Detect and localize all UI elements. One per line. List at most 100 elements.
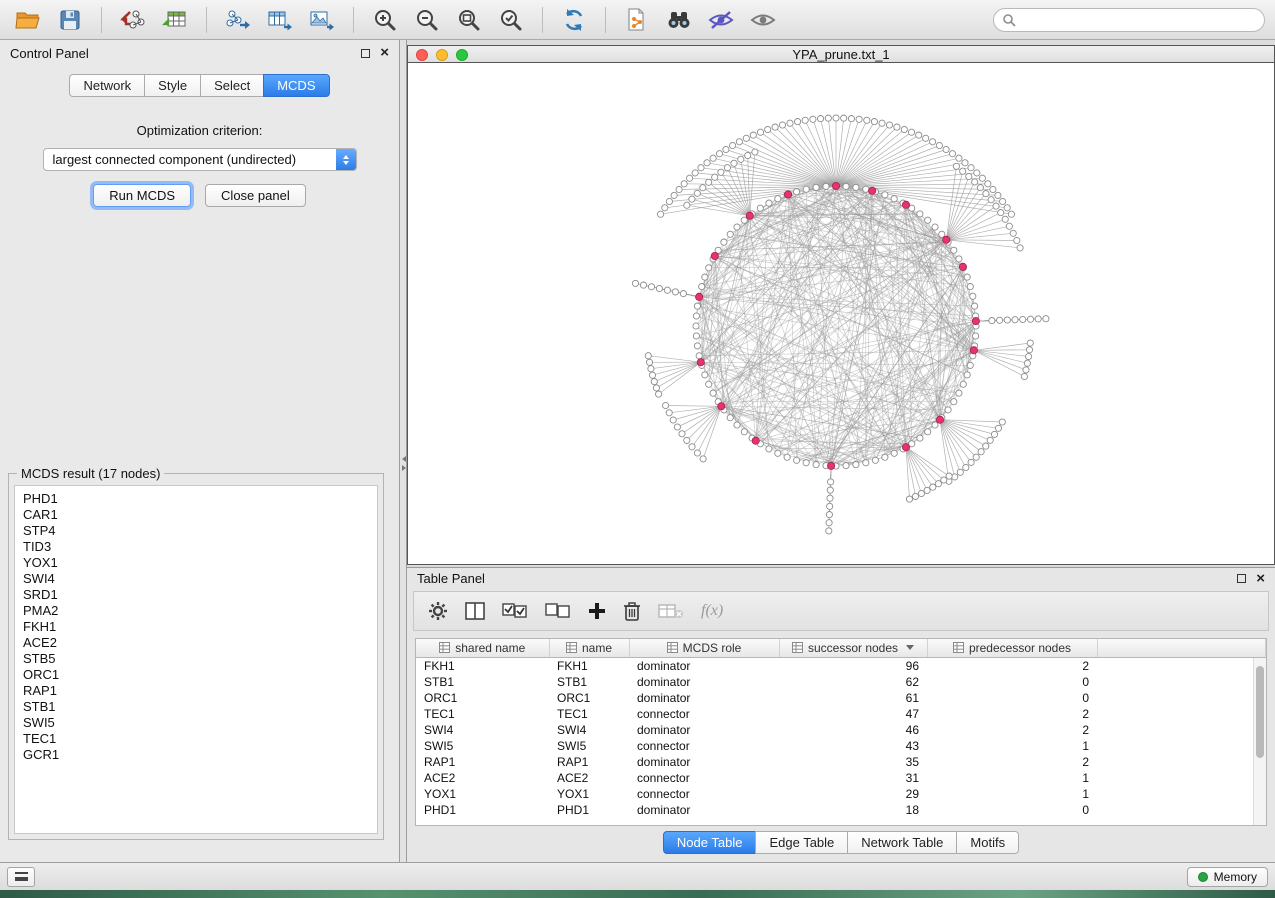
column-header-shared-name[interactable]: shared name	[416, 639, 549, 657]
table-cell[interactable]: SWI4	[416, 722, 549, 738]
table-cell[interactable]: dominator	[629, 722, 779, 738]
table-cell[interactable]: connector	[629, 786, 779, 802]
zoom-out-icon[interactable]	[409, 4, 445, 36]
table-cell[interactable]: ACE2	[416, 770, 549, 786]
optimization-criterion-dropdown[interactable]: largest connected component (undirected)	[43, 148, 357, 171]
table-row[interactable]: TEC1TEC1connector472	[416, 706, 1266, 722]
table-cell[interactable]: STB1	[416, 674, 549, 690]
table-cell[interactable]: connector	[629, 706, 779, 722]
table-cell[interactable]: 47	[779, 706, 927, 722]
table-cell[interactable]: YOX1	[549, 786, 629, 802]
import-network-icon[interactable]	[115, 4, 151, 36]
select-all-icon[interactable]	[502, 603, 528, 619]
table-row[interactable]: SWI5SWI5connector431	[416, 738, 1266, 754]
window-maximize-icon[interactable]	[456, 49, 468, 61]
table-cell[interactable]: dominator	[629, 754, 779, 770]
table-cell[interactable]: SWI5	[549, 738, 629, 754]
table-cell[interactable]: 2	[927, 657, 1097, 674]
hide-selected-icon[interactable]	[703, 4, 739, 36]
table-cell[interactable]: ORC1	[416, 690, 549, 706]
sort-chevron-icon[interactable]	[906, 645, 914, 650]
float-panel-icon[interactable]	[361, 49, 370, 58]
list-item[interactable]: TEC1	[23, 731, 369, 747]
list-item[interactable]: YOX1	[23, 555, 369, 571]
table-row[interactable]: SWI4SWI4dominator462	[416, 722, 1266, 738]
run-mcds-button[interactable]: Run MCDS	[93, 184, 191, 207]
table-cell[interactable]: dominator	[629, 690, 779, 706]
panel-splitter[interactable]	[400, 40, 407, 862]
table-cell[interactable]: TEC1	[549, 706, 629, 722]
window-minimize-icon[interactable]	[436, 49, 448, 61]
list-item[interactable]: PMA2	[23, 603, 369, 619]
list-item[interactable]: ACE2	[23, 635, 369, 651]
float-table-panel-icon[interactable]	[1237, 574, 1246, 583]
zoom-in-icon[interactable]	[367, 4, 403, 36]
table-cell[interactable]: ORC1	[549, 690, 629, 706]
table-row[interactable]: ORC1ORC1dominator610	[416, 690, 1266, 706]
tab-network-table[interactable]: Network Table	[847, 831, 957, 854]
settings-gear-icon[interactable]	[428, 601, 448, 621]
table-cell[interactable]: FKH1	[416, 657, 549, 674]
splitter-handle-icon[interactable]	[400, 452, 407, 474]
table-row[interactable]: YOX1YOX1connector291	[416, 786, 1266, 802]
table-row[interactable]: FKH1FKH1dominator962	[416, 657, 1266, 674]
table-row[interactable]: PHD1PHD1dominator180	[416, 802, 1266, 818]
table-cell[interactable]: 0	[927, 674, 1097, 690]
close-table-panel-icon[interactable]: ×	[1256, 574, 1265, 584]
table-cell[interactable]: 1	[927, 738, 1097, 754]
table-cell[interactable]: connector	[629, 770, 779, 786]
delete-row-icon[interactable]	[623, 601, 641, 621]
share-document-icon[interactable]	[619, 4, 655, 36]
deselect-all-icon[interactable]	[545, 603, 571, 619]
show-all-icon[interactable]	[745, 4, 781, 36]
tab-edge-table[interactable]: Edge Table	[755, 831, 848, 854]
table-cell[interactable]: 0	[927, 690, 1097, 706]
search-input[interactable]	[1021, 12, 1256, 27]
list-item[interactable]: TID3	[23, 539, 369, 555]
table-cell[interactable]: ACE2	[549, 770, 629, 786]
network-canvas[interactable]	[408, 64, 1274, 564]
open-folder-icon[interactable]	[10, 4, 46, 36]
list-item[interactable]: FKH1	[23, 619, 369, 635]
export-table-icon[interactable]	[262, 4, 298, 36]
table-cell[interactable]: 62	[779, 674, 927, 690]
table-cell[interactable]: 1	[927, 786, 1097, 802]
table-cell[interactable]: 61	[779, 690, 927, 706]
list-item[interactable]: PHD1	[23, 491, 369, 507]
table-cell[interactable]: STB1	[549, 674, 629, 690]
table-cell[interactable]: PHD1	[416, 802, 549, 818]
mcds-result-list[interactable]: PHD1CAR1STP4TID3YOX1SWI4SRD1PMA2FKH1ACE2…	[14, 485, 378, 834]
table-cell[interactable]: connector	[629, 738, 779, 754]
table-cell[interactable]: SWI5	[416, 738, 549, 754]
delete-table-icon[interactable]	[658, 603, 684, 619]
table-cell[interactable]: 2	[927, 706, 1097, 722]
table-cell[interactable]: 96	[779, 657, 927, 674]
zoom-fit-icon[interactable]	[451, 4, 487, 36]
list-item[interactable]: ORC1	[23, 667, 369, 683]
table-cell[interactable]: YOX1	[416, 786, 549, 802]
network-graph[interactable]	[408, 64, 1274, 564]
close-panel-icon[interactable]: ×	[380, 48, 389, 58]
zoom-selected-icon[interactable]	[493, 4, 529, 36]
table-cell[interactable]: PHD1	[549, 802, 629, 818]
import-table-icon[interactable]	[157, 4, 193, 36]
scrollbar-thumb[interactable]	[1256, 666, 1264, 758]
table-cell[interactable]: FKH1	[549, 657, 629, 674]
table-cell[interactable]: RAP1	[416, 754, 549, 770]
table-cell[interactable]: RAP1	[549, 754, 629, 770]
list-item[interactable]: SRD1	[23, 587, 369, 603]
table-cell[interactable]: dominator	[629, 674, 779, 690]
table-cell[interactable]: 0	[927, 802, 1097, 818]
table-cell[interactable]: 31	[779, 770, 927, 786]
function-builder-icon[interactable]: f(x)	[701, 602, 723, 620]
refresh-icon[interactable]	[556, 4, 592, 36]
table-cell[interactable]: 46	[779, 722, 927, 738]
list-item[interactable]: SWI4	[23, 571, 369, 587]
list-item[interactable]: SWI5	[23, 715, 369, 731]
table-row[interactable]: RAP1RAP1dominator352	[416, 754, 1266, 770]
list-item[interactable]: CAR1	[23, 507, 369, 523]
table-cell[interactable]: 1	[927, 770, 1097, 786]
export-network-icon[interactable]	[220, 4, 256, 36]
save-icon[interactable]	[52, 4, 88, 36]
tab-style[interactable]: Style	[144, 74, 201, 97]
